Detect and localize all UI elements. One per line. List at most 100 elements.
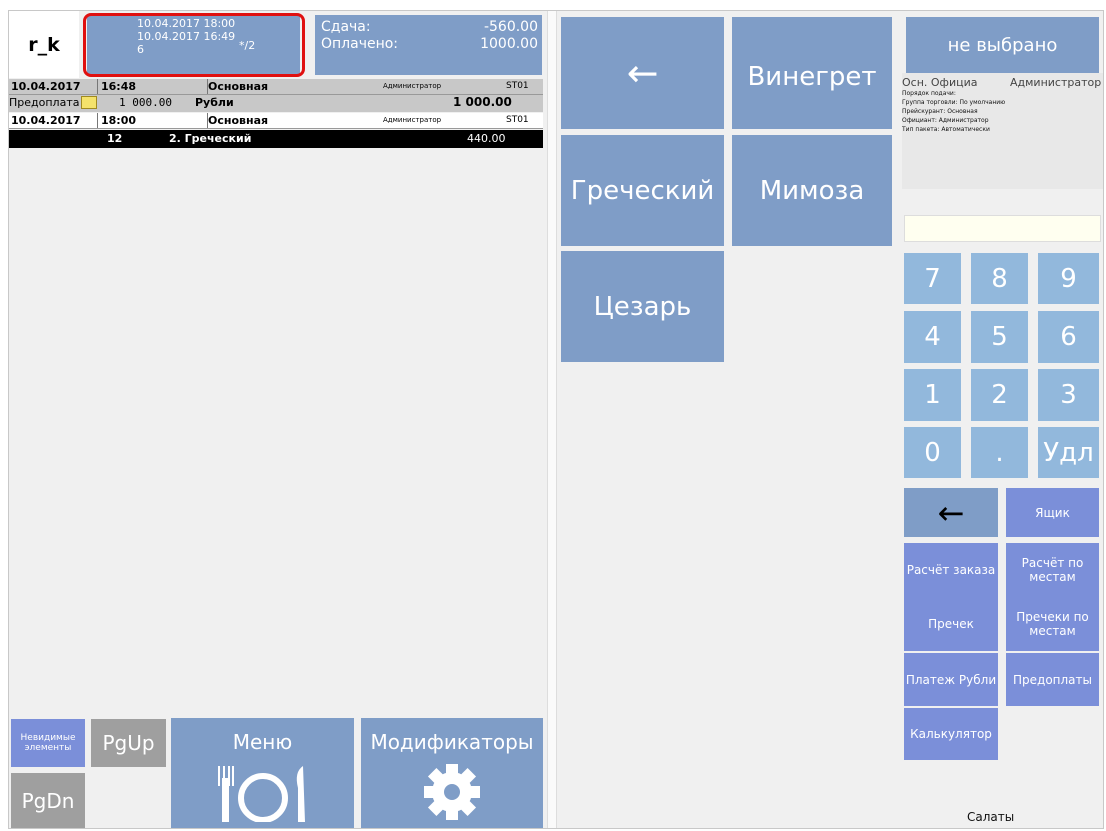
key-delete[interactable]: Удл bbox=[1038, 427, 1099, 478]
key-label: 2 bbox=[991, 380, 1008, 410]
calculator-label: Калькулятор bbox=[910, 727, 992, 741]
waiter-select-label: не выбрано bbox=[947, 35, 1058, 56]
key-5[interactable]: 5 bbox=[971, 311, 1028, 363]
order-info-box: Осн. Официа Администратор Порядок подачи… bbox=[902, 73, 1103, 189]
invisible-elements-label: Невидимые элементы bbox=[20, 733, 76, 753]
key-label: . bbox=[995, 437, 1004, 468]
prepayment-amount: 1 000.00 bbox=[119, 96, 172, 109]
order-date: 10.04.2017 bbox=[11, 114, 81, 127]
cash-drawer-label: Ящик bbox=[1035, 505, 1070, 520]
key-label: 5 bbox=[991, 322, 1008, 352]
menu-button[interactable]: Меню bbox=[171, 718, 354, 828]
gear-icon bbox=[424, 764, 480, 820]
key-1[interactable]: 1 bbox=[904, 369, 961, 421]
key-7[interactable]: 7 bbox=[904, 253, 961, 304]
prepayment-row[interactable]: Предоплата 1 000.00 Рубли 1 000.00 bbox=[9, 95, 543, 112]
category-label: Салаты bbox=[967, 810, 1015, 824]
page-down-label: PgDn bbox=[21, 788, 75, 813]
menu-item-mimoza[interactable]: Мимоза bbox=[732, 135, 892, 246]
order-time: 16:48 bbox=[97, 79, 136, 94]
precheck-button[interactable]: Пречек bbox=[904, 597, 998, 651]
precheck-label: Пречек bbox=[928, 617, 974, 631]
prepayment-total: 1 000.00 bbox=[453, 95, 512, 109]
payment-summary-panel: Сдача: -560.00 Оплачено: 1000.00 bbox=[315, 15, 542, 75]
key-4[interactable]: 4 bbox=[904, 311, 961, 363]
cash-drawer-button[interactable]: Ящик bbox=[1006, 488, 1099, 537]
precheck-by-seats-button[interactable]: Пречеки по местам bbox=[1006, 597, 1099, 651]
page-up-label: PgUp bbox=[102, 731, 155, 755]
calc-by-seats-button[interactable]: Расчёт по местам bbox=[1006, 543, 1099, 597]
payment-rubles-button[interactable]: Платеж Рубли bbox=[904, 653, 998, 706]
page-up-button[interactable]: PgUp bbox=[91, 719, 166, 767]
info-title: Осн. Официа bbox=[902, 76, 978, 89]
menu-item-vinegret[interactable]: Винегрет bbox=[732, 17, 892, 129]
info-line: Группа торговли: По умолчанию bbox=[902, 99, 1006, 106]
order-list[interactable]: 10.04.2017 16:48 Основная Администратор … bbox=[9, 79, 543, 711]
panel-divider bbox=[547, 11, 557, 828]
key-label: 6 bbox=[1060, 322, 1077, 352]
prepayment-currency: Рубли bbox=[195, 96, 234, 109]
dish-price: 440.00 bbox=[467, 132, 506, 145]
modifiers-label: Модификаторы bbox=[370, 730, 534, 754]
key-label: 8 bbox=[991, 263, 1008, 294]
prepayment-label: Предоплата bbox=[9, 96, 80, 109]
order-date: 10.04.2017 bbox=[11, 80, 81, 93]
order-header-row[interactable]: 10.04.2017 18:00 Основная Администратор … bbox=[9, 113, 543, 129]
key-0[interactable]: 0 bbox=[904, 427, 961, 478]
back-button[interactable]: ← bbox=[904, 488, 998, 537]
key-3[interactable]: 3 bbox=[1038, 369, 1099, 421]
menu-label: Меню bbox=[232, 730, 293, 754]
key-2[interactable]: 2 bbox=[971, 369, 1028, 421]
key-label: 7 bbox=[924, 263, 941, 294]
plate-cutlery-icon bbox=[217, 766, 305, 822]
menu-item-label: Винегрет bbox=[747, 62, 877, 92]
precheck-by-seats-label: Пречеки по местам bbox=[1016, 610, 1089, 638]
key-label: 1 bbox=[924, 380, 941, 410]
invisible-elements-button[interactable]: Невидимые элементы bbox=[11, 719, 85, 767]
menu-item-tsezar[interactable]: Цезарь bbox=[561, 251, 724, 362]
order-type: Основная bbox=[207, 113, 269, 128]
prepayments-label: Предоплаты bbox=[1013, 672, 1092, 687]
back-arrow-icon: ← bbox=[937, 493, 965, 532]
change-label: Сдача: bbox=[321, 19, 371, 35]
order-time: 18:00 bbox=[97, 113, 136, 128]
logo-text: r_k bbox=[28, 33, 60, 56]
menu-item-grecheskiy[interactable]: Греческий bbox=[561, 135, 724, 246]
key-6[interactable]: 6 bbox=[1038, 311, 1099, 363]
key-label: 3 bbox=[1060, 380, 1077, 410]
calc-order-label: Расчёт заказа bbox=[906, 563, 996, 577]
waiter-select-button[interactable]: не выбрано bbox=[906, 17, 1099, 74]
order-station: ST01 bbox=[506, 115, 529, 125]
pos-window: r_k 10.04.2017 18:00 10.04.2017 16:49 6 … bbox=[8, 10, 1104, 829]
order-type: Основная bbox=[207, 79, 269, 94]
info-line: Тип пакета: Автоматически bbox=[902, 126, 990, 133]
key-9[interactable]: 9 bbox=[1038, 253, 1099, 304]
menu-item-label: Мимоза bbox=[759, 175, 865, 206]
order-waiter: Администратор bbox=[383, 116, 442, 124]
paid-label: Оплачено: bbox=[321, 36, 399, 52]
key-8[interactable]: 8 bbox=[971, 253, 1028, 304]
order-header-row[interactable]: 10.04.2017 16:48 Основная Администратор … bbox=[9, 79, 543, 95]
modifiers-button[interactable]: Модификаторы bbox=[361, 718, 543, 828]
page-down-button[interactable]: PgDn bbox=[11, 773, 85, 828]
calc-order-button[interactable]: Расчёт заказа bbox=[904, 543, 998, 597]
info-admin: Администратор bbox=[1010, 76, 1102, 89]
payment-rubles-label: Платеж Рубли bbox=[905, 672, 997, 687]
info-line: Порядок подачи: bbox=[902, 90, 956, 97]
key-label: 9 bbox=[1060, 263, 1077, 294]
key-label: Удл bbox=[1043, 437, 1094, 468]
calculator-button[interactable]: Калькулятор bbox=[904, 708, 998, 760]
order-waiter: Администратор bbox=[383, 82, 442, 90]
dish-name: 2. Греческий bbox=[169, 132, 252, 145]
selection-highlight bbox=[83, 13, 305, 77]
numpad-display[interactable] bbox=[904, 215, 1101, 242]
dish-row-selected[interactable]: 12 2. Греческий 440.00 bbox=[9, 130, 543, 148]
info-line: Официант: Администратор bbox=[902, 117, 989, 124]
menu-item-label: Греческий bbox=[570, 175, 715, 206]
paid-value: 1000.00 bbox=[480, 36, 538, 52]
key-dot[interactable]: . bbox=[971, 427, 1028, 478]
back-arrow-button[interactable]: ← bbox=[561, 17, 724, 129]
logo: r_k bbox=[9, 11, 79, 78]
back-arrow-icon: ← bbox=[626, 51, 659, 95]
prepayments-button[interactable]: Предоплаты bbox=[1006, 653, 1099, 706]
